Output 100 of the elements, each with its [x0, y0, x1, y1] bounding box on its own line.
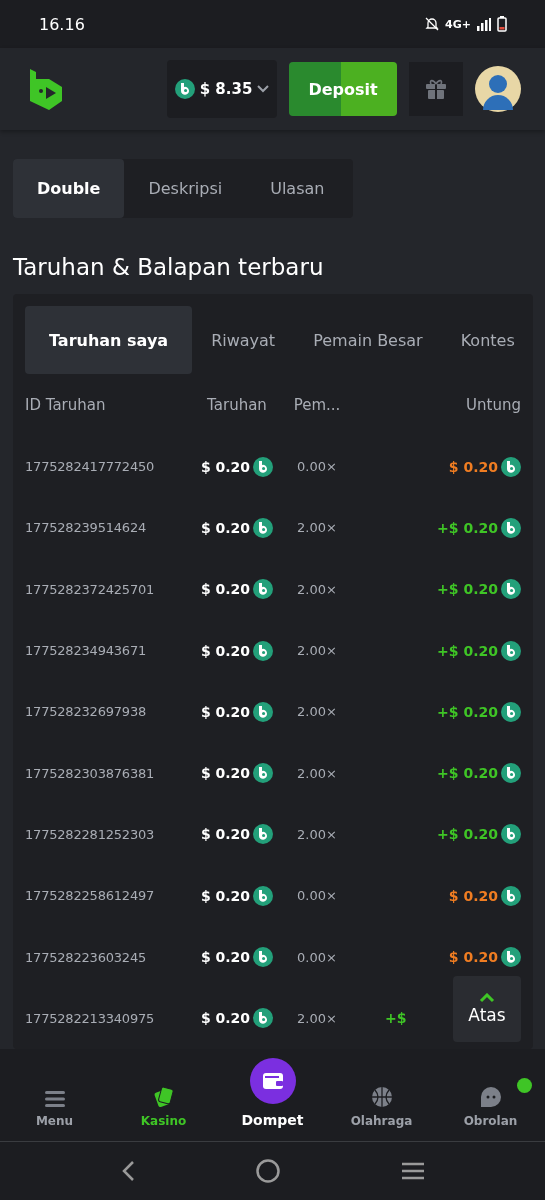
- cards-icon: [152, 1086, 175, 1108]
- section-title: Taruhan & Balapan terbaru: [13, 254, 325, 281]
- bet-tab[interactable]: Riwayat: [192, 306, 295, 375]
- bet-id: 177528223603245: [25, 949, 147, 965]
- multiplier: 2.00×: [297, 826, 337, 842]
- gift-button[interactable]: [409, 62, 463, 116]
- bet-id: 1775282417772450: [25, 459, 155, 475]
- multiplier: 2.00×: [297, 704, 337, 720]
- recent-apps-icon[interactable]: [400, 1161, 425, 1181]
- chevron-up-icon: [479, 993, 495, 1003]
- coin-icon: [501, 701, 521, 722]
- column-header: ID Taruhan: [25, 395, 107, 417]
- coin-icon: [253, 456, 274, 477]
- bet-amount: $ 0.20: [200, 887, 251, 904]
- profit-amount: +$ 0.20: [437, 519, 498, 536]
- gift-icon: [425, 78, 447, 100]
- coin-icon: [253, 824, 274, 845]
- nav-item[interactable]: Kasino: [109, 1078, 218, 1129]
- coin-icon: [501, 517, 521, 538]
- nav-item[interactable]: Menu: [0, 1082, 109, 1129]
- coin-icon: [253, 947, 274, 968]
- coin-icon: [501, 579, 521, 600]
- balance-dropdown[interactable]: $ 8.35: [167, 60, 277, 118]
- bet-id: 1775282213340975: [25, 1010, 155, 1026]
- home-icon[interactable]: [255, 1159, 280, 1183]
- bet-id: 1775282303876381: [25, 765, 155, 781]
- muted-bell-icon: [425, 17, 440, 31]
- back-icon[interactable]: [120, 1160, 135, 1182]
- profit-amount: +$: [385, 1010, 407, 1027]
- coin-icon: [253, 579, 274, 600]
- bet-amount: $ 0.20: [200, 458, 251, 475]
- bet-id: 1775282281252303: [25, 826, 155, 842]
- game-tab[interactable]: Deskripsi: [124, 159, 247, 219]
- multiplier: 2.00×: [297, 1010, 337, 1026]
- column-header: Taruhan: [206, 395, 268, 417]
- coin-icon: [501, 947, 521, 968]
- profit-amount: +$ 0.20: [437, 765, 498, 782]
- bet-amount: $ 0.20: [200, 826, 251, 843]
- notification-dot: [517, 1078, 532, 1093]
- profit-amount: +$ 0.20: [437, 642, 498, 659]
- status-time: 16.16: [39, 14, 85, 34]
- profit-amount: $ 0.20: [448, 458, 498, 475]
- avatar[interactable]: [475, 66, 521, 112]
- nav-item[interactable]: Dompet: [218, 1058, 327, 1129]
- bet-amount: $ 0.20: [200, 949, 251, 966]
- multiplier: 0.00×: [297, 949, 337, 965]
- chevron-down-icon: [257, 85, 270, 93]
- coin-icon: [253, 763, 274, 784]
- profit-amount: +$ 0.20: [437, 581, 498, 598]
- bet-id: 177528234943671: [25, 643, 147, 659]
- multiplier: 0.00×: [297, 888, 337, 904]
- bet-amount: $ 0.20: [200, 581, 251, 598]
- profit-amount: $ 0.20: [448, 949, 498, 966]
- network-type: 4G+: [445, 17, 471, 31]
- bet-id: 177528232697938: [25, 704, 147, 720]
- bet-id: 177528239514624: [25, 520, 147, 536]
- nav-item[interactable]: Olahraga: [327, 1078, 436, 1129]
- bet-tab[interactable]: Pemain Besar: [294, 306, 442, 375]
- coin-icon: [501, 640, 521, 661]
- profit-amount: +$ 0.20: [437, 826, 498, 843]
- multiplier: 2.00×: [297, 520, 337, 536]
- column-header: Pem...: [292, 395, 342, 417]
- multiplier: 0.00×: [297, 459, 337, 475]
- coin-icon: [501, 456, 521, 477]
- logo: [28, 67, 64, 111]
- nav-item[interactable]: Obrolan: [436, 1078, 545, 1129]
- bet-amount: $ 0.20: [200, 703, 251, 720]
- profit-amount: $ 0.20: [448, 887, 498, 904]
- game-tab[interactable]: Double: [13, 159, 125, 219]
- bet-amount: $ 0.20: [200, 642, 251, 659]
- multiplier: 2.00×: [297, 765, 337, 781]
- menu-icon: [44, 1090, 65, 1108]
- bet-amount: $ 0.20: [200, 1010, 251, 1027]
- column-header: Untung: [465, 395, 521, 417]
- bet-tab[interactable]: Taruhan saya: [25, 306, 193, 375]
- coin-icon: [253, 701, 274, 722]
- chat-icon: [479, 1086, 502, 1108]
- multiplier: 2.00×: [297, 643, 337, 659]
- coin-icon: [501, 824, 521, 845]
- bet-id: 1775282258612497: [25, 888, 155, 904]
- coin-icon: [174, 79, 195, 99]
- coin-icon: [253, 517, 274, 538]
- multiplier: 2.00×: [297, 581, 337, 597]
- profit-amount: +$ 0.20: [437, 703, 498, 720]
- bet-amount: $ 0.20: [200, 519, 251, 536]
- deposit-button[interactable]: Deposit: [289, 62, 397, 116]
- basketball-icon: [370, 1086, 393, 1108]
- game-tab[interactable]: Ulasan: [246, 159, 349, 219]
- bet-id: 1775282372425701: [25, 581, 155, 597]
- coin-icon: [501, 885, 521, 906]
- bet-tab[interactable]: Kontes: [441, 306, 534, 375]
- wallet-icon: [249, 1058, 296, 1104]
- coin-icon: [253, 1008, 274, 1029]
- scroll-top-button[interactable]: Atas: [453, 976, 521, 1042]
- bet-amount: $ 0.20: [200, 765, 251, 782]
- coin-icon: [253, 640, 274, 661]
- coin-icon: [253, 885, 274, 906]
- coin-icon: [501, 763, 521, 784]
- battery-icon: [497, 16, 507, 32]
- signal-icon: [477, 17, 491, 31]
